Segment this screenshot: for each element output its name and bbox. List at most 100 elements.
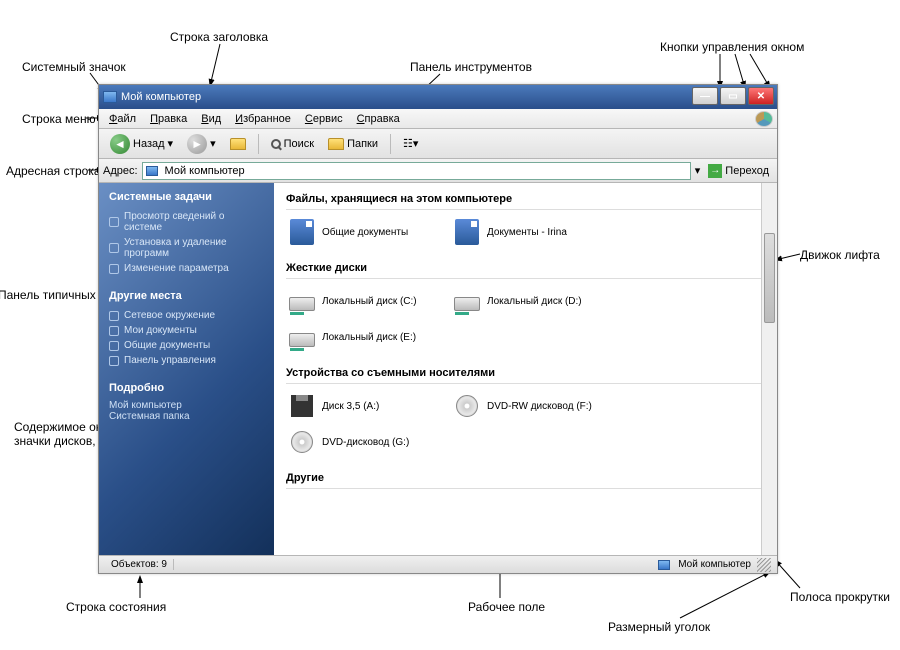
side-item[interactable]: Мои документы: [109, 323, 264, 338]
folder-item[interactable]: Документы - Irina: [451, 216, 606, 248]
system-icon[interactable]: [103, 91, 117, 103]
bullet-icon: [109, 217, 119, 227]
label-scrollbar: Полоса прокрутки: [790, 590, 890, 604]
folder-item[interactable]: Общие документы: [286, 216, 441, 248]
removable-item[interactable]: DVD-RW дисковод (F:): [451, 390, 606, 422]
side-item-label: Панель управления: [124, 355, 216, 366]
side-detail: Мой компьютер: [109, 400, 264, 411]
removable-item[interactable]: DVD-дисковод (G:): [286, 426, 441, 458]
close-button[interactable]: ✕: [748, 87, 774, 105]
bullet-icon: [109, 341, 119, 351]
search-button[interactable]: Поиск: [266, 135, 319, 153]
addressbar: Адрес: Мой компьютер ▾ → Переход: [99, 159, 777, 183]
folder-up-icon: [230, 138, 246, 150]
section-title: Устройства со съемными носителями: [286, 363, 767, 384]
back-arrow-icon: ◄: [110, 134, 130, 154]
folders-label: Папки: [347, 138, 378, 150]
side-item-label: Сетевое окружение: [124, 310, 215, 321]
drive-icon: [289, 297, 315, 311]
go-arrow-icon: →: [708, 164, 722, 178]
window-controls: — ▭ ✕: [692, 87, 774, 105]
drive-item[interactable]: Локальный диск (D:): [451, 285, 606, 317]
side-item[interactable]: Сетевое окружение: [109, 308, 264, 323]
label-menubar: Строка меню: [22, 112, 96, 126]
drive-item[interactable]: Локальный диск (C:): [286, 285, 441, 317]
tasks-panel: Системные задачи Просмотр сведений о сис…: [99, 183, 274, 555]
scroll-thumb[interactable]: [764, 233, 775, 323]
side-item-label: Мои документы: [124, 325, 197, 336]
views-icon: ☷▾: [403, 137, 418, 150]
up-button[interactable]: [225, 135, 251, 153]
forward-arrow-icon: ►: [187, 134, 207, 154]
side-item-label: Установка и удаление программ: [124, 237, 264, 259]
bullet-icon: [109, 243, 119, 253]
label-addressbar: Адресная строка: [6, 164, 101, 178]
side-item[interactable]: Изменение параметра: [109, 261, 264, 276]
label-system-icon: Системный значок: [22, 60, 126, 74]
section-title: Жесткие диски: [286, 258, 767, 279]
computer-icon: [658, 560, 670, 570]
documents-icon: [290, 219, 314, 245]
status-location-label: Мой компьютер: [678, 559, 751, 570]
dropdown-icon[interactable]: ▾: [695, 164, 701, 177]
back-button[interactable]: ◄ Назад ▾: [105, 131, 178, 157]
search-label: Поиск: [284, 138, 314, 150]
side-item[interactable]: Панель управления: [109, 353, 264, 368]
removable-item[interactable]: Диск 3,5 (A:): [286, 390, 441, 422]
go-label: Переход: [725, 165, 769, 177]
views-button[interactable]: ☷▾: [398, 134, 423, 153]
item-grid: Общие документы Документы - Irina: [286, 216, 767, 248]
menu-help[interactable]: Справка: [351, 111, 406, 127]
floppy-icon: [291, 395, 313, 417]
resize-grip[interactable]: [757, 558, 771, 572]
explorer-window: Мой компьютер — ▭ ✕ Файл Правка Вид Избр…: [98, 84, 778, 574]
statusbar: Объектов: 9 Мой компьютер: [99, 555, 777, 573]
label-toolbar: Панель инструментов: [410, 60, 532, 74]
label-window-controls: Кнопки управления окном: [660, 40, 804, 54]
side-group-places: Другие места Сетевое окружение Мои докум…: [109, 290, 264, 368]
label-statusbar: Строка состояния: [66, 600, 166, 614]
bullet-icon: [109, 356, 119, 366]
side-title: Другие места: [109, 290, 264, 302]
titlebar[interactable]: Мой компьютер — ▭ ✕: [99, 85, 777, 109]
back-label: Назад: [133, 138, 165, 150]
side-item[interactable]: Общие документы: [109, 338, 264, 353]
side-group-details: Подробно Мой компьютер Системная папка: [109, 382, 264, 422]
separator: [258, 134, 259, 154]
minimize-button[interactable]: —: [692, 87, 718, 105]
content-inner: Файлы, хранящиеся на этом компьютере Общ…: [274, 183, 777, 501]
menu-view[interactable]: Вид: [195, 111, 227, 127]
menu-favorites[interactable]: Избранное: [229, 111, 297, 127]
cd-icon: [456, 395, 478, 417]
item-label: Локальный диск (D:): [487, 296, 582, 307]
drive-item[interactable]: Локальный диск (E:): [286, 321, 441, 353]
menu-edit[interactable]: Правка: [144, 111, 193, 127]
item-label: DVD-дисковод (G:): [322, 437, 409, 448]
window-title: Мой компьютер: [121, 91, 201, 103]
item-label: Общие документы: [322, 227, 408, 238]
documents-icon: [455, 219, 479, 245]
item-grid: Локальный диск (C:) Локальный диск (D:) …: [286, 285, 767, 353]
item-label: DVD-RW дисковод (F:): [487, 401, 592, 412]
bullet-icon: [109, 264, 119, 274]
side-item-label: Изменение параметра: [124, 263, 229, 274]
vertical-scrollbar[interactable]: [761, 183, 777, 555]
go-button[interactable]: → Переход: [704, 162, 773, 180]
maximize-button[interactable]: ▭: [720, 87, 746, 105]
forward-button[interactable]: ► ▾: [182, 131, 221, 157]
address-input[interactable]: Мой компьютер: [142, 162, 691, 180]
status-location: Мой компьютер: [652, 559, 757, 570]
content-area: Файлы, хранящиеся на этом компьютере Общ…: [274, 183, 777, 555]
menu-tools[interactable]: Сервис: [299, 111, 349, 127]
side-item-label: Просмотр сведений о системе: [124, 211, 264, 233]
folders-button[interactable]: Папки: [323, 135, 383, 153]
dropdown-icon: ▾: [210, 137, 216, 150]
window-body: Системные задачи Просмотр сведений о сис…: [99, 183, 777, 555]
side-detail: Системная папка: [109, 411, 264, 422]
side-item[interactable]: Просмотр сведений о системе: [109, 209, 264, 235]
item-label: Локальный диск (C:): [322, 296, 417, 307]
drive-icon: [454, 297, 480, 311]
menu-file[interactable]: Файл: [103, 111, 142, 127]
address-label: Адрес:: [103, 165, 138, 177]
side-item[interactable]: Установка и удаление программ: [109, 235, 264, 261]
